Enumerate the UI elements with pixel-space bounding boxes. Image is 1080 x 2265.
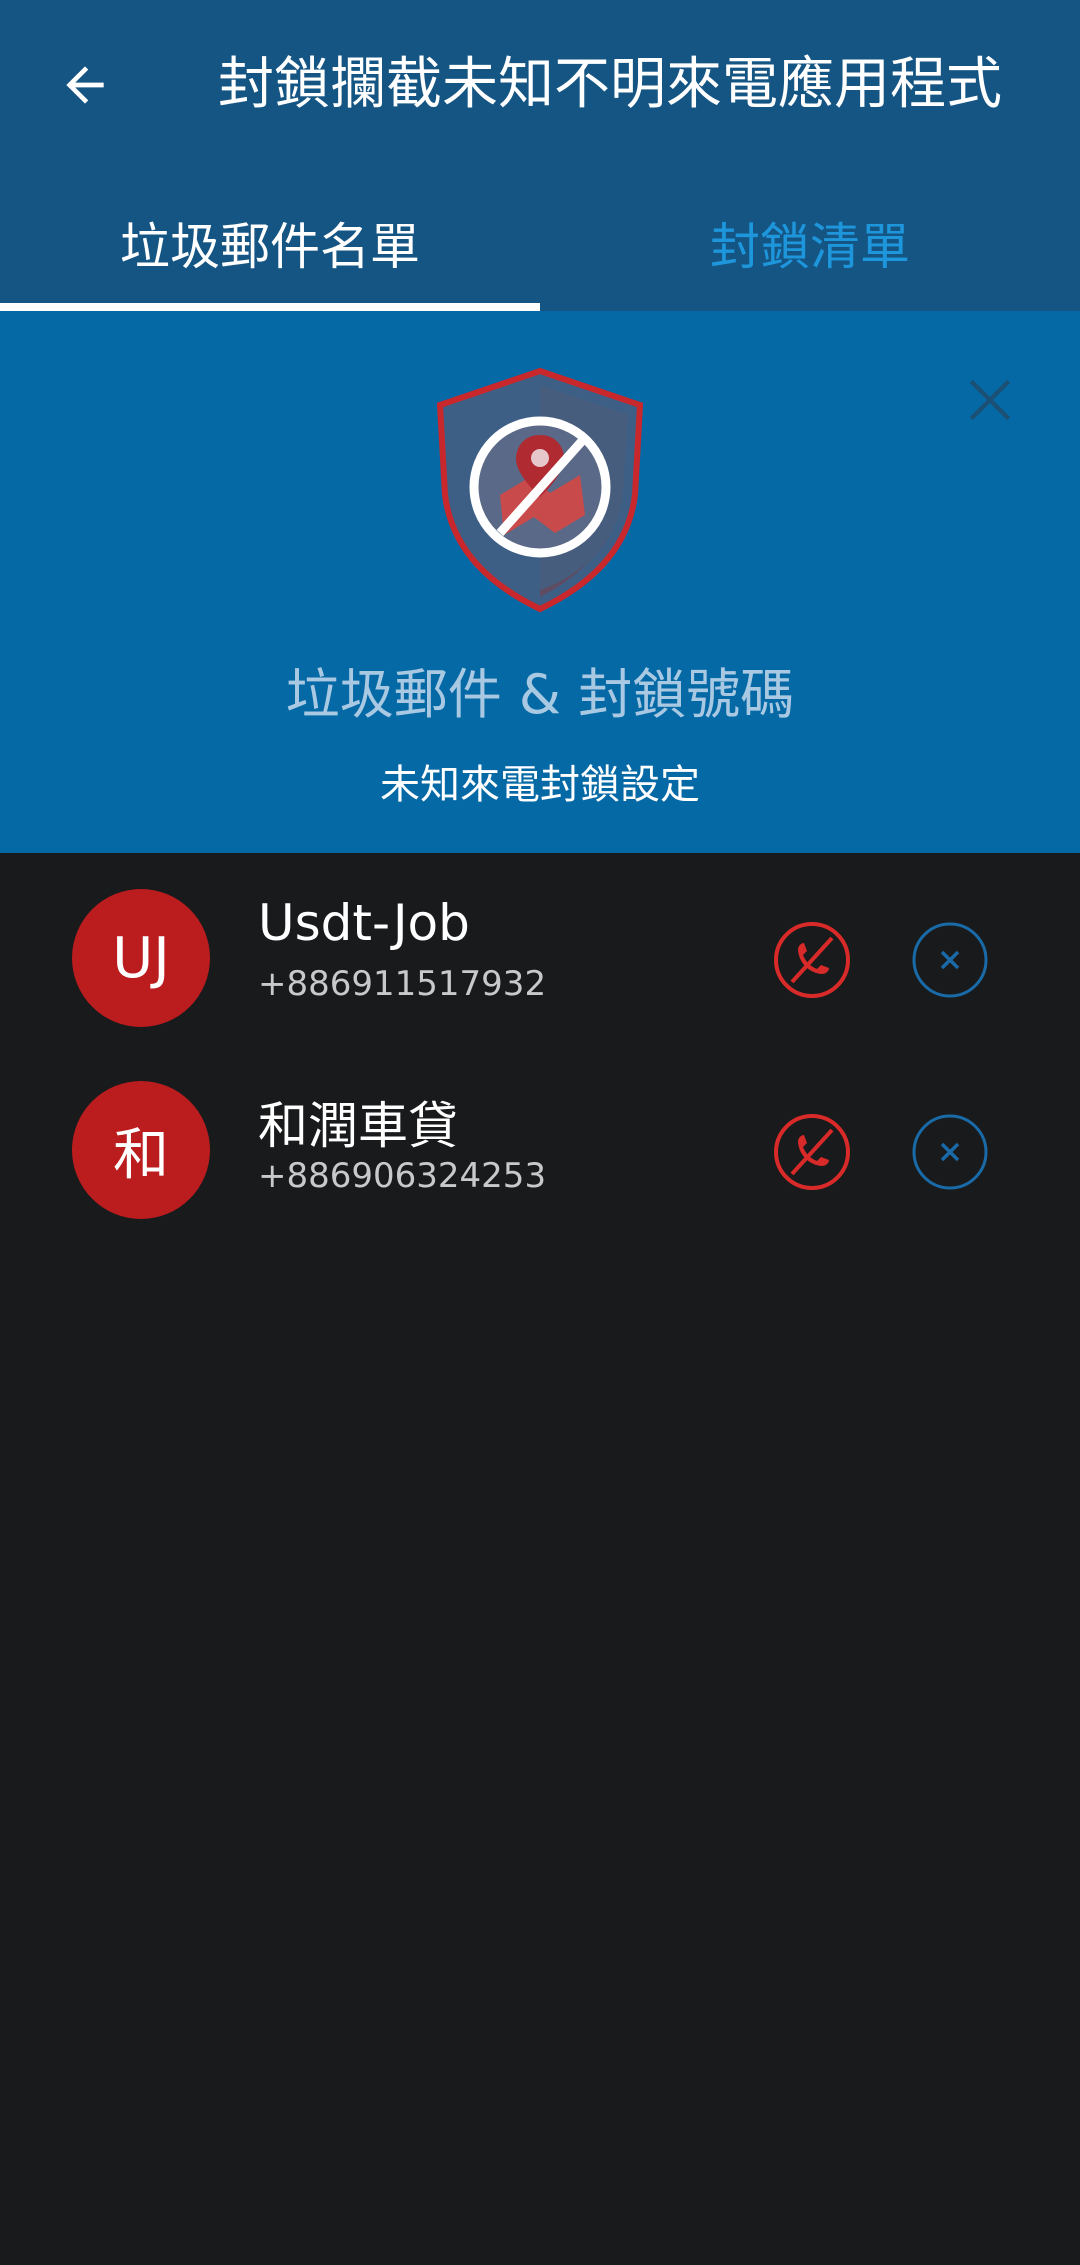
banner-settings-link[interactable]: 未知來電封鎖設定 — [0, 752, 1080, 810]
remove-button[interactable] — [910, 1112, 990, 1192]
arrow-left-icon — [66, 66, 104, 104]
contact-number: +886906324253 — [258, 1156, 547, 1196]
avatar: 和 — [72, 1081, 210, 1219]
avatar: UJ — [72, 889, 210, 1027]
block-call-button[interactable] — [772, 920, 852, 1000]
contact-name: Usdt-Job — [258, 894, 470, 952]
close-icon — [969, 379, 1011, 421]
close-circle-icon — [912, 922, 988, 998]
block-call-button[interactable] — [772, 1112, 852, 1192]
list-item[interactable]: 和 和潤車貸 +886906324253 — [0, 1054, 1080, 1246]
contact-name: 和潤車貸 — [258, 1097, 458, 1155]
contact-number: +886911517932 — [258, 964, 547, 1004]
tab-spam-list[interactable]: 垃圾郵件名單 — [0, 175, 540, 311]
block-phone-icon — [774, 922, 850, 998]
page-title: 封鎖攔截未知不明來電應用程式 — [218, 52, 1002, 117]
tab-block-list[interactable]: 封鎖清單 — [540, 175, 1080, 311]
back-button[interactable] — [40, 40, 130, 130]
shield-block-location-icon — [436, 367, 644, 613]
app-bar: 封鎖攔截未知不明來電應用程式 — [0, 0, 1080, 175]
banner-title: 垃圾郵件 & 封鎖號碼 — [285, 663, 795, 726]
tab-bar: 垃圾郵件名單 封鎖清單 — [0, 175, 1080, 311]
close-circle-icon — [912, 1114, 988, 1190]
block-phone-icon — [774, 1114, 850, 1190]
list-item[interactable]: UJ Usdt-Job +886911517932 — [0, 862, 1080, 1054]
banner-close-button[interactable] — [950, 360, 1030, 440]
remove-button[interactable] — [910, 920, 990, 1000]
active-tab-indicator — [0, 303, 540, 311]
